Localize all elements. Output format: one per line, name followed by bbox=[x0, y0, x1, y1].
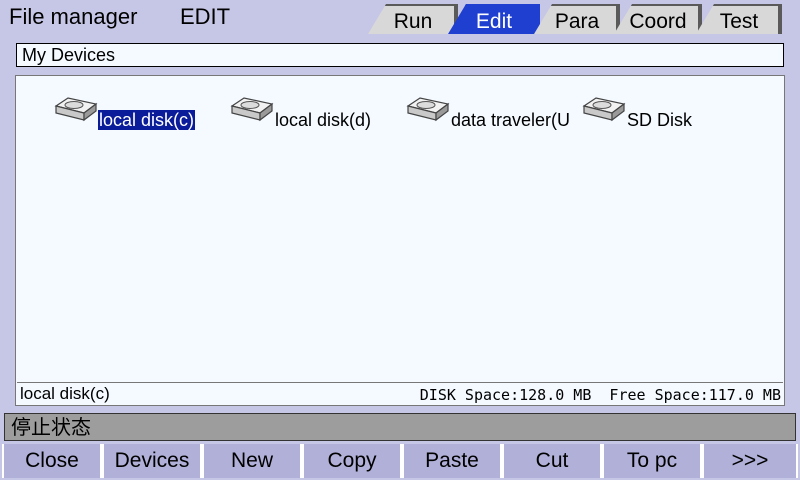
message-bar: 停止状态 bbox=[4, 413, 796, 441]
hard-disk-icon bbox=[406, 97, 450, 122]
hard-disk-icon bbox=[230, 97, 274, 122]
tab-edit[interactable]: Edit bbox=[448, 4, 540, 34]
more-button[interactable]: >>> bbox=[702, 444, 798, 478]
message-text: 停止状态 bbox=[11, 415, 91, 439]
device-label: SD Disk bbox=[627, 110, 693, 130]
device-label: data traveler(U bbox=[451, 110, 571, 130]
tab-edit-label: Edit bbox=[475, 10, 513, 33]
window-title: File manager bbox=[9, 4, 138, 29]
close-button[interactable]: Close bbox=[2, 444, 102, 478]
path-text: My Devices bbox=[22, 45, 116, 65]
paste-button[interactable]: Paste bbox=[402, 444, 502, 478]
mode-label: EDIT bbox=[180, 4, 231, 29]
disk-status-line: local disk(c) DISK Space:128.0 MB Free S… bbox=[17, 382, 783, 405]
device-label: local disk(d) bbox=[275, 110, 372, 130]
tab-para[interactable]: Para bbox=[534, 4, 620, 34]
cut-button[interactable]: Cut bbox=[502, 444, 602, 478]
top-bar: File manager EDIT Run Edit Para Coord Te… bbox=[0, 0, 800, 34]
selected-device-name: local disk(c) bbox=[20, 384, 110, 403]
device-item[interactable]: data traveler(U bbox=[402, 96, 578, 134]
device-item[interactable]: SD Disk bbox=[578, 96, 753, 134]
tab-test[interactable]: Test bbox=[696, 4, 782, 34]
tab-coord-label: Coord bbox=[629, 10, 687, 33]
tab-run[interactable]: Run bbox=[368, 4, 458, 34]
path-field[interactable]: My Devices bbox=[16, 43, 784, 67]
device-label: local disk(c) bbox=[98, 110, 196, 130]
hard-disk-icon bbox=[54, 97, 98, 122]
tab-divider bbox=[778, 6, 782, 34]
softkey-bar: Close Devices New Copy Paste Cut To pc >… bbox=[0, 443, 800, 480]
tab-run-label: Run bbox=[393, 10, 433, 33]
device-item[interactable]: local disk(c) bbox=[50, 96, 225, 134]
new-button[interactable]: New bbox=[202, 444, 302, 478]
tab-test-label: Test bbox=[719, 10, 759, 33]
tab-para-label: Para bbox=[554, 10, 600, 33]
copy-button[interactable]: Copy bbox=[302, 444, 402, 478]
to-pc-button[interactable]: To pc bbox=[602, 444, 702, 478]
file-view[interactable]: local disk(c) local disk(d) data travele… bbox=[15, 75, 785, 406]
disk-space-info: DISK Space:128.0 MB Free Space:117.0 MB bbox=[419, 386, 781, 404]
device-item[interactable]: local disk(d) bbox=[226, 96, 401, 134]
devices-button[interactable]: Devices bbox=[102, 444, 202, 478]
tab-coord[interactable]: Coord bbox=[614, 4, 702, 34]
hard-disk-icon bbox=[582, 97, 626, 122]
